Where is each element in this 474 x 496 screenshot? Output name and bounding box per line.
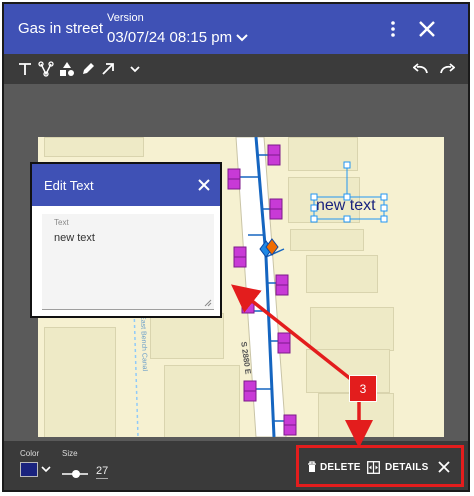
shapes-tool-icon[interactable] [58, 59, 76, 79]
size-slider[interactable] [62, 469, 88, 479]
undo-icon[interactable] [412, 59, 430, 79]
color-label: Color [20, 449, 40, 458]
size-label: Size [62, 449, 78, 458]
text-tool-icon[interactable] [16, 59, 34, 79]
close-icon[interactable] [417, 19, 437, 39]
polyline-tool-icon[interactable] [37, 59, 55, 79]
pen-tool-icon[interactable] [79, 59, 97, 79]
details-label: DETAILS [385, 461, 429, 473]
app-frame: Gas in street Version 03/07/24 08:15 pm [2, 2, 470, 492]
version-label: Version [107, 12, 144, 24]
bottom-property-bar: Color Size 27 DELETE DETAILS [4, 441, 468, 490]
chevron-down-icon[interactable] [126, 59, 144, 79]
color-swatch[interactable] [20, 462, 38, 477]
drawing-toolbar [4, 54, 468, 84]
details-icon [367, 460, 380, 474]
size-value[interactable]: 27 [96, 465, 109, 479]
details-button[interactable]: DETAILS [367, 458, 428, 476]
version-value: 03/07/24 08:15 pm [107, 29, 233, 46]
resize-grip-icon[interactable] [204, 299, 212, 307]
dialog-title: Edit Text [44, 178, 94, 193]
more-vertical-icon[interactable] [384, 18, 402, 40]
arrow-tool-icon[interactable] [99, 59, 117, 79]
header-bar: Gas in street Version 03/07/24 08:15 pm [4, 4, 468, 54]
trash-icon [308, 461, 316, 472]
dialog-header: Edit Text [32, 164, 220, 206]
canal-line [133, 306, 139, 437]
field-value[interactable]: new text [54, 232, 95, 244]
delete-button[interactable]: DELETE [307, 458, 361, 476]
action-buttons-group: DELETE DETAILS [296, 445, 464, 487]
chevron-down-icon [236, 33, 248, 41]
field-label: Text [54, 218, 69, 227]
redo-icon[interactable] [438, 59, 456, 79]
document-title: Gas in street [18, 20, 104, 37]
text-input-field[interactable]: Text new text [42, 214, 214, 310]
chevron-down-icon[interactable] [41, 465, 51, 473]
edit-text-dialog: Edit Text Text new text [30, 162, 222, 318]
delete-label: DELETE [320, 461, 361, 473]
step-badge: 3 [349, 375, 377, 402]
close-icon[interactable] [196, 177, 212, 193]
version-selector[interactable]: 03/07/24 08:15 pm [107, 29, 248, 46]
close-icon[interactable] [437, 460, 451, 474]
annotation-text[interactable]: new text [316, 197, 376, 215]
